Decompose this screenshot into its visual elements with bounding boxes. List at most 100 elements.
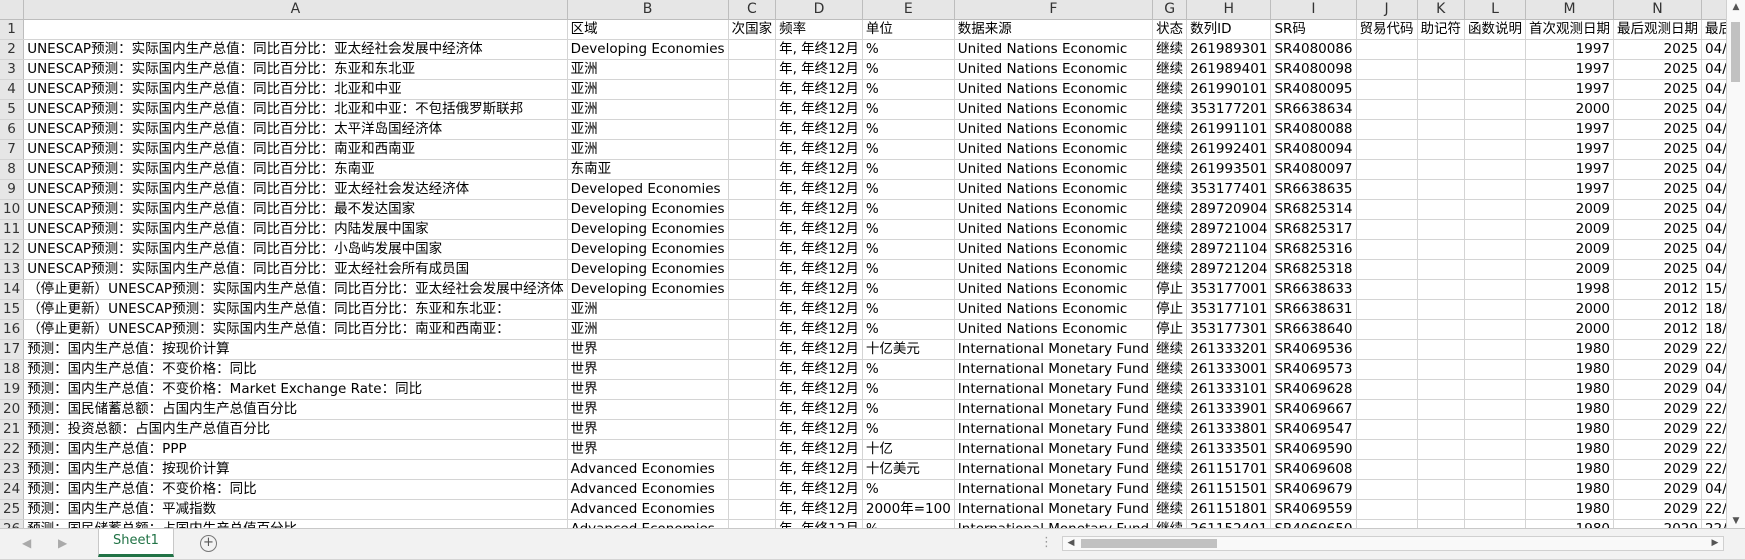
cell-c[interactable] [728,359,777,380]
cell-h[interactable]: 261333501 [1186,439,1272,460]
cell-k[interactable] [1417,479,1466,500]
cell-b[interactable]: Advanced Economies [567,479,729,500]
cell-n[interactable]: 2012 [1613,319,1703,340]
cell-n[interactable]: 2029 [1613,459,1703,480]
cell-g[interactable]: 停止 [1152,319,1188,340]
more-dots-icon[interactable]: ⋮ [1040,535,1054,550]
column-header-d[interactable]: D [775,0,863,20]
cell-l[interactable] [1464,399,1527,420]
cell-a[interactable]: UNESCAP预测：实际国内生产总值：同比百分比：亚太经社会发展中经济体 [23,39,568,60]
cell-a[interactable]: 预测：国内生产总值：按现价计算 [23,459,568,480]
cell-l[interactable] [1464,419,1527,440]
cell-n[interactable]: 2029 [1613,399,1703,420]
cell-h[interactable]: 353177401 [1186,179,1272,200]
cell-d[interactable]: 年, 年终12月 [775,39,863,60]
cell-a[interactable]: 预测：国内生产总值：PPP [23,439,568,460]
triangle-right-icon[interactable]: ▶ [58,536,67,550]
cell-e[interactable]: % [862,279,955,300]
cell-b[interactable]: Developing Economies [567,199,729,220]
cell-n[interactable]: 2025 [1613,239,1703,260]
cell-n[interactable]: 2025 [1613,219,1703,240]
cell-i[interactable]: SR4080097 [1270,159,1357,180]
cell-k[interactable] [1417,59,1466,80]
column-header-m[interactable]: M [1525,0,1615,20]
cell-d[interactable]: 年, 年终12月 [775,239,863,260]
cell-e[interactable]: 十亿美元 [862,459,955,480]
cell-g[interactable]: 继续 [1152,139,1188,160]
row-header[interactable]: 24 [0,479,25,500]
cell-h[interactable]: 289721204 [1186,259,1272,280]
scroll-left-icon[interactable]: ◀ [1064,537,1078,550]
cell-n[interactable]: 2025 [1613,39,1703,60]
cell-l[interactable] [1464,339,1527,360]
cell-l[interactable] [1464,299,1527,320]
cell-c[interactable] [728,99,777,120]
cell-f[interactable]: 数据来源 [954,19,1154,40]
row-header[interactable]: 16 [0,319,25,340]
cell-d[interactable]: 年, 年终12月 [775,279,863,300]
cell-f[interactable]: United Nations Economic [954,239,1154,260]
cell-f[interactable]: United Nations Economic [954,119,1154,140]
cell-l[interactable] [1464,379,1527,400]
cell-j[interactable] [1356,139,1418,160]
cell-c[interactable] [728,239,777,260]
triangle-left-icon[interactable]: ◀ [22,536,31,550]
cell-a[interactable]: UNESCAP预测：实际国内生产总值：同比百分比：内陆发展中国家 [23,219,568,240]
column-header-i[interactable]: I [1270,0,1357,20]
cell-m[interactable]: 2009 [1525,199,1615,220]
cell-e[interactable]: % [862,299,955,320]
row-header[interactable]: 19 [0,379,25,400]
cell-d[interactable]: 年, 年终12月 [775,179,863,200]
cell-m[interactable]: 2009 [1525,239,1615,260]
cell-f[interactable]: International Monetary Fund [954,479,1154,500]
cell-m[interactable]: 1980 [1525,459,1615,480]
cell-e[interactable]: % [862,319,955,340]
cell-j[interactable] [1356,39,1418,60]
cell-e[interactable]: % [862,419,955,440]
cell-j[interactable] [1356,59,1418,80]
cell-m[interactable]: 1997 [1525,39,1615,60]
cell-m[interactable]: 1980 [1525,419,1615,440]
column-header-n[interactable]: N [1613,0,1703,20]
cell-c[interactable] [728,459,777,480]
cell-n[interactable]: 2029 [1613,359,1703,380]
cell-j[interactable]: 贸易代码 [1356,19,1418,40]
cell-d[interactable]: 年, 年终12月 [775,259,863,280]
cell-d[interactable]: 频率 [775,19,863,40]
cell-i[interactable]: SR4080095 [1270,79,1357,100]
cell-g[interactable]: 继续 [1152,199,1188,220]
cell-j[interactable] [1356,159,1418,180]
cell-j[interactable] [1356,359,1418,380]
cell-g[interactable]: 继续 [1152,79,1188,100]
cell-b[interactable]: 亚洲 [567,299,729,320]
cell-i[interactable]: SR4080098 [1270,59,1357,80]
cell-h[interactable]: 289721004 [1186,219,1272,240]
cell-e[interactable]: % [862,59,955,80]
cell-h[interactable]: 261333001 [1186,359,1272,380]
column-header-c[interactable]: C [728,0,777,20]
cell-m[interactable]: 1997 [1525,79,1615,100]
cell-i[interactable]: SR6825318 [1270,259,1357,280]
cell-l[interactable] [1464,359,1527,380]
cell-c[interactable] [728,279,777,300]
row-header[interactable]: 7 [0,139,25,160]
cell-i[interactable]: SR4069559 [1270,499,1357,520]
cell-c[interactable] [728,319,777,340]
cell-c[interactable] [728,259,777,280]
cell-k[interactable] [1417,499,1466,520]
row-header[interactable]: 14 [0,279,25,300]
cell-l[interactable] [1464,219,1527,240]
cell-h[interactable]: 261333901 [1186,399,1272,420]
cell-b[interactable]: 亚洲 [567,79,729,100]
cell-n[interactable]: 2029 [1613,339,1703,360]
cell-j[interactable] [1356,179,1418,200]
cell-b[interactable]: Developing Economies [567,259,729,280]
cell-i[interactable]: SR6825316 [1270,239,1357,260]
cell-c[interactable] [728,479,777,500]
cell-g[interactable]: 继续 [1152,419,1188,440]
cell-e[interactable]: % [862,219,955,240]
cell-f[interactable]: United Nations Economic [954,279,1154,300]
cell-n[interactable]: 2012 [1613,299,1703,320]
cell-f[interactable]: United Nations Economic [954,179,1154,200]
cell-l[interactable] [1464,59,1527,80]
